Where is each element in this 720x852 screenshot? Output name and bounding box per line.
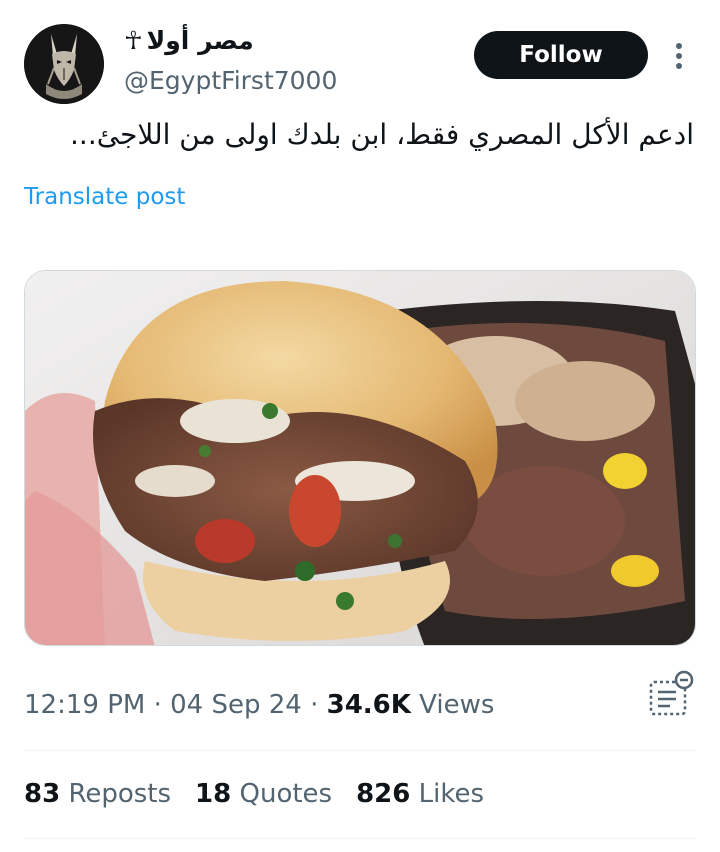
- more-vertical-icon: [676, 43, 682, 69]
- engagement-stats: 83 Reposts 18 Quotes 826 Likes: [24, 779, 484, 809]
- sandwich-photo: [25, 271, 695, 645]
- author-handle[interactable]: @EgyptFirst7000: [124, 66, 337, 95]
- more-options-button[interactable]: [664, 38, 694, 74]
- divider: [24, 838, 696, 839]
- quotes-label: Quotes: [239, 779, 333, 809]
- follow-button[interactable]: Follow: [474, 31, 648, 79]
- analytics-icon: [649, 670, 694, 716]
- ankh-emoji: ☥: [124, 26, 143, 55]
- author-display-name: مصر أولا: [146, 26, 254, 55]
- post-text: ادعم الأكل المصري فقط، ابن بلدك اولى من …: [70, 118, 694, 151]
- quotes-count: 18: [195, 779, 232, 809]
- divider: [24, 750, 696, 751]
- post-meta: 12:19 PM · 04 Sep 24 · 34.6K Views: [24, 690, 494, 720]
- reposts-label: Reposts: [68, 779, 172, 809]
- reposts-stat[interactable]: 83 Reposts: [24, 779, 171, 809]
- post-date[interactable]: 04 Sep 24: [170, 690, 302, 720]
- views-count: 34.6K: [326, 690, 411, 720]
- views-label: Views: [419, 690, 495, 720]
- post-analytics-button[interactable]: [648, 670, 694, 718]
- translate-post-link[interactable]: Translate post: [24, 184, 185, 210]
- meta-separator: ·: [153, 690, 162, 720]
- anubis-icon: [24, 24, 104, 104]
- meta-separator: ·: [310, 690, 319, 720]
- likes-stat[interactable]: 826 Likes: [356, 779, 484, 809]
- post-time[interactable]: 12:19 PM: [24, 690, 145, 720]
- avatar[interactable]: [24, 24, 104, 104]
- quotes-stat[interactable]: 18 Quotes: [195, 779, 332, 809]
- post-image[interactable]: [24, 270, 696, 646]
- likes-label: Likes: [418, 779, 485, 809]
- likes-count: 826: [356, 779, 411, 809]
- author-name-line[interactable]: ☥ مصر أولا: [124, 26, 254, 55]
- reposts-count: 83: [24, 779, 61, 809]
